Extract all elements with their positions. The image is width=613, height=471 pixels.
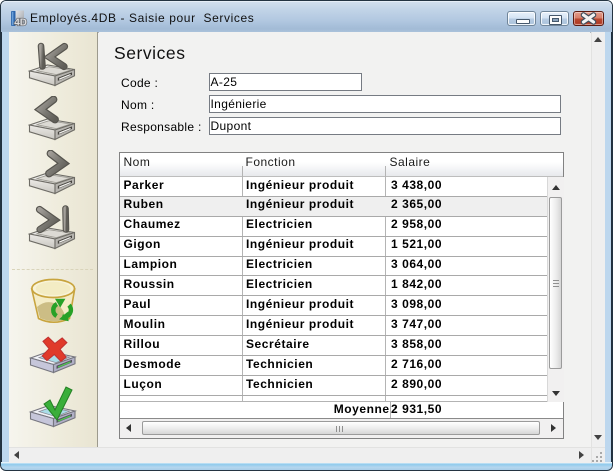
svg-text:4D: 4D xyxy=(14,17,27,28)
